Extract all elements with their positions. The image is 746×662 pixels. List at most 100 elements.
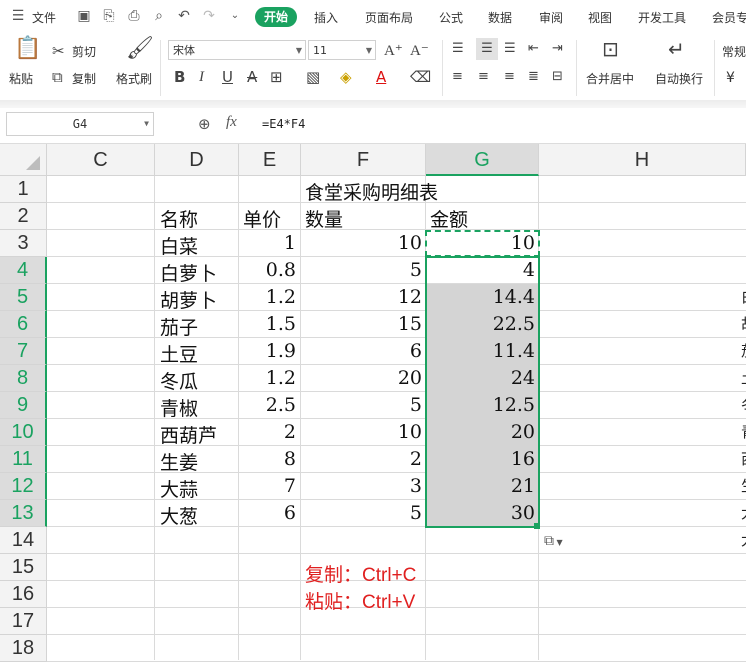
paste-options-button[interactable]: ⧉ ▼ [544, 533, 563, 549]
wrap-text-button[interactable]: 自动换行 [655, 70, 703, 87]
undo-icon[interactable]: ↶ [176, 8, 192, 24]
row-header-6[interactable]: 6 [0, 311, 47, 338]
row-header-9[interactable]: 9 [0, 392, 47, 419]
row-header-15[interactable]: 15 [0, 554, 47, 581]
strikethrough-icon[interactable]: A [247, 68, 257, 86]
cell-qty[interactable]: 20 [301, 367, 422, 389]
italic-icon[interactable]: I [199, 68, 204, 86]
fill-handle[interactable] [534, 523, 540, 529]
format-painter-icon[interactable]: 🖌 [126, 38, 154, 60]
row-header-18[interactable]: 18 [0, 635, 47, 662]
tab-member[interactable]: 会员专 [712, 9, 746, 26]
cell-price[interactable]: 1 [239, 232, 296, 254]
tab-review[interactable]: 审阅 [539, 9, 563, 26]
column-header-h[interactable]: H [539, 144, 746, 176]
cell-name[interactable]: 大葱 [160, 502, 198, 529]
export-pdf-icon[interactable]: ⎘ [101, 8, 117, 24]
cell-name[interactable]: 大蒜 [160, 475, 198, 502]
eraser-icon[interactable]: ⌫ [410, 68, 431, 86]
borders-icon[interactable]: ⊞ [270, 68, 283, 86]
cell-qty[interactable]: 10 [301, 232, 422, 254]
save-icon[interactable]: ▣ [76, 8, 92, 24]
tab-formulas[interactable]: 公式 [439, 9, 463, 26]
cell-price[interactable]: 2.5 [239, 394, 296, 416]
format-painter-button[interactable]: 格式刷 [116, 70, 152, 87]
merge-center-button[interactable]: 合并居中 [586, 70, 634, 87]
tab-start[interactable]: 开始 [255, 7, 297, 27]
cell-name[interactable]: 土豆 [160, 340, 198, 367]
cell-price[interactable]: 8 [239, 448, 296, 470]
row-header-13[interactable]: 13 [0, 500, 47, 527]
cell-qty[interactable]: 6 [301, 340, 422, 362]
cell-name[interactable]: 白菜 [160, 232, 198, 259]
align-bottom-icon[interactable]: ☰ [504, 40, 516, 58]
cell-qty[interactable]: 12 [301, 286, 422, 308]
cell-name[interactable]: 生姜 [160, 448, 198, 475]
cut-button[interactable]: 剪切 [72, 43, 96, 60]
cell-name[interactable]: 青椒 [160, 394, 198, 421]
cell-price[interactable]: 1.2 [239, 286, 296, 308]
cell-qty[interactable]: 5 [301, 259, 422, 281]
cell-price[interactable]: 2 [239, 421, 296, 443]
font-size-select[interactable]: 11 ▼ [308, 40, 376, 60]
file-menu[interactable]: 文件 [32, 9, 56, 26]
cell-price[interactable]: 1.2 [239, 367, 296, 389]
column-header-e[interactable]: E [239, 144, 301, 176]
zoom-search-icon[interactable]: ⊕ [198, 115, 211, 133]
align-center-icon[interactable]: ≡ [478, 68, 489, 86]
column-header-c[interactable]: C [47, 144, 155, 176]
row-header-3[interactable]: 3 [0, 230, 47, 257]
tab-insert[interactable]: 插入 [314, 9, 338, 26]
row-header-7[interactable]: 7 [0, 338, 47, 365]
column-header-d[interactable]: D [155, 144, 239, 176]
underline-icon[interactable]: U [222, 68, 233, 86]
cell-name[interactable]: 胡萝卜 [160, 286, 217, 313]
cell-qty[interactable]: 5 [301, 394, 422, 416]
scissors-icon[interactable]: ✂ [52, 42, 65, 60]
cell-qty[interactable]: 10 [301, 421, 422, 443]
tab-page-layout[interactable]: 页面布局 [365, 9, 413, 26]
cell-qty[interactable]: 5 [301, 502, 422, 524]
font-name-select[interactable]: 宋体 ▼ [168, 40, 306, 60]
copy-button[interactable]: 复制 [72, 70, 96, 87]
print-preview-icon[interactable]: ⌕ [151, 8, 167, 24]
cell-price[interactable]: 7 [239, 475, 296, 497]
justify-icon[interactable]: ≣ [528, 68, 539, 86]
cell-qty[interactable]: 3 [301, 475, 422, 497]
tab-view[interactable]: 视图 [588, 9, 612, 26]
paste-icon[interactable]: 📋 [14, 38, 41, 60]
row-header-10[interactable]: 10 [0, 419, 47, 446]
column-header-g[interactable]: G [426, 144, 539, 176]
cell-name[interactable]: 白萝卜 [160, 259, 217, 286]
select-all-corner[interactable] [0, 144, 47, 176]
merge-center-icon[interactable]: ⊡ [602, 39, 619, 59]
cell-price[interactable]: 0.8 [239, 259, 296, 281]
column-header-f[interactable]: F [301, 144, 426, 176]
decrease-font-icon[interactable]: A⁻ [410, 42, 429, 60]
row-header-2[interactable]: 2 [0, 203, 47, 230]
align-top-icon[interactable]: ☰ [452, 40, 464, 58]
align-left-icon[interactable]: ≡ [452, 68, 463, 86]
print-icon[interactable]: ⎙ [126, 8, 142, 24]
chevron-down-icon[interactable]: ⌄ [227, 8, 243, 24]
row-header-11[interactable]: 11 [0, 446, 47, 473]
row-header-14[interactable]: 14 [0, 527, 47, 554]
cell-price[interactable]: 1.9 [239, 340, 296, 362]
name-box[interactable]: G4 ▼ [6, 112, 154, 136]
distributed-align-icon[interactable]: ⊟ [552, 68, 563, 86]
cell-qty[interactable]: 2 [301, 448, 422, 470]
row-header-8[interactable]: 8 [0, 365, 47, 392]
paste-button[interactable]: 粘贴 [9, 70, 33, 87]
fx-icon[interactable]: fx [226, 114, 237, 131]
hamburger-menu-icon[interactable]: ☰ [10, 8, 26, 24]
cell-style-icon[interactable]: ▧ [306, 68, 320, 86]
align-middle-icon[interactable]: ☰ [476, 38, 498, 60]
cell-price[interactable]: 1.5 [239, 313, 296, 335]
redo-icon[interactable]: ↷ [201, 8, 217, 24]
align-right-icon[interactable]: ≡ [504, 68, 515, 86]
row-header-16[interactable]: 16 [0, 581, 47, 608]
decrease-indent-icon[interactable]: ⇤ [528, 40, 539, 58]
cell-name[interactable]: 西葫芦 [160, 421, 217, 448]
tab-data[interactable]: 数据 [488, 9, 512, 26]
row-header-1[interactable]: 1 [0, 176, 47, 203]
